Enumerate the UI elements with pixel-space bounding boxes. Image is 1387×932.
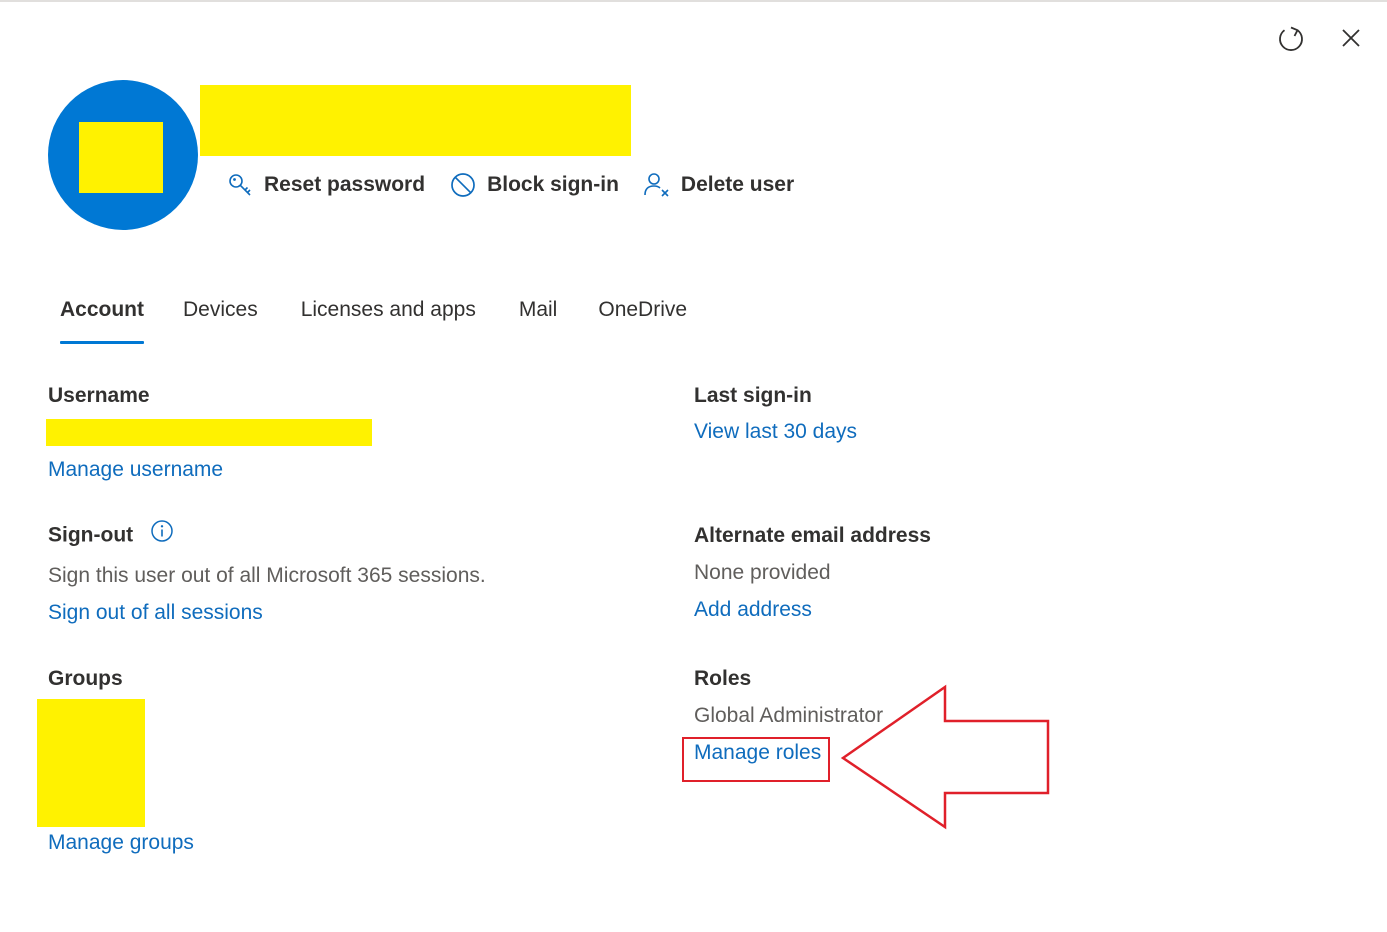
tab-account[interactable]: Account <box>60 294 144 344</box>
roles-value: Global Administrator <box>694 704 884 727</box>
delete-user-icon <box>643 171 671 199</box>
block-signin-button[interactable]: Block sign-in <box>449 171 619 199</box>
groups-label: Groups <box>48 667 123 690</box>
reset-password-button[interactable]: Reset password <box>226 171 425 199</box>
delete-user-label: Delete user <box>680 173 795 196</box>
signout-label: Sign-out <box>48 523 134 547</box>
signout-heading: Sign-out <box>48 520 174 552</box>
delete-user-button[interactable]: Delete user <box>643 171 794 199</box>
info-icon[interactable] <box>150 519 174 548</box>
refresh-icon[interactable] <box>1275 22 1307 54</box>
add-address-link[interactable]: Add address <box>694 598 812 622</box>
tab-onedrive[interactable]: OneDrive <box>598 294 687 344</box>
top-divider <box>0 0 1387 2</box>
manage-username-link[interactable]: Manage username <box>48 458 223 482</box>
user-action-bar: Reset password Block sign-in Delete user <box>226 168 818 202</box>
last-signin-label: Last sign-in <box>694 384 812 407</box>
reset-password-label: Reset password <box>264 173 426 196</box>
close-icon[interactable] <box>1335 22 1367 54</box>
user-avatar <box>48 80 198 230</box>
user-detail-tabs: Account Devices Licenses and apps Mail O… <box>60 294 727 344</box>
tab-mail[interactable]: Mail <box>519 294 558 344</box>
username-value-redaction <box>46 419 372 446</box>
tab-devices[interactable]: Devices <box>183 294 258 344</box>
roles-label: Roles <box>694 667 752 690</box>
tab-licenses-and-apps[interactable]: Licenses and apps <box>301 294 476 344</box>
signout-description: Sign this user out of all Microsoft 365 … <box>48 564 486 587</box>
alternate-email-label: Alternate email address <box>694 524 931 547</box>
view-last-30-days-link[interactable]: View last 30 days <box>694 420 857 444</box>
key-icon <box>226 171 254 199</box>
user-display-name-redaction <box>200 85 631 156</box>
block-icon <box>449 171 477 199</box>
alternate-email-value: None provided <box>694 561 831 584</box>
manage-roles-link[interactable]: Manage roles <box>694 741 821 765</box>
block-signin-label: Block sign-in <box>487 173 619 196</box>
avatar-initials-redaction <box>79 122 163 193</box>
sign-out-all-sessions-link[interactable]: Sign out of all sessions <box>48 601 263 625</box>
groups-list-redaction <box>37 699 145 827</box>
username-label: Username <box>48 384 150 407</box>
manage-groups-link[interactable]: Manage groups <box>48 831 194 855</box>
